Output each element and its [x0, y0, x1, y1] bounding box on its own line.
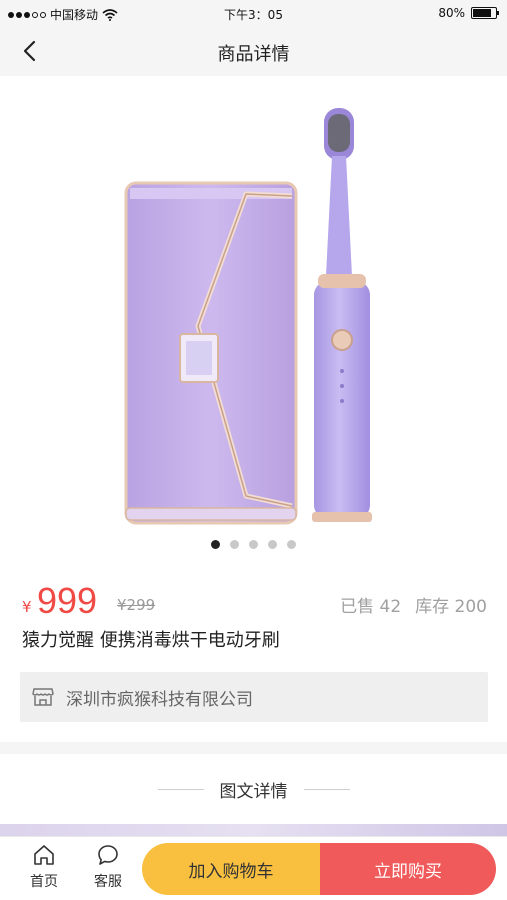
detail-title: 图文详情 [219, 781, 288, 802]
product-title: 猿力觉醒 便携消毒烘干电动牙刷 [22, 630, 280, 651]
sold-count: 已售 42 [340, 597, 402, 617]
chat-icon [98, 845, 118, 865]
stock-count: 库存 200 [415, 597, 487, 617]
shop-link[interactable]: 深圳市疯猴科技有限公司 [20, 672, 488, 722]
page-title: 商品详情 [217, 44, 290, 65]
carousel-dot[interactable] [287, 540, 296, 549]
customer-service-tab[interactable]: 客服 [78, 843, 138, 895]
home-icon [34, 845, 54, 865]
home-label: 首页 [30, 874, 58, 890]
bottom-action-bar: 首页 客服 加入购物车 立即购买 [0, 836, 507, 900]
price-value: 999 [37, 580, 98, 621]
home-tab[interactable]: 首页 [14, 843, 74, 895]
price-row: ¥ 999 ¥299 已售 42 库存 200 [22, 580, 487, 621]
carousel-dot[interactable] [249, 540, 258, 549]
carousel-dot[interactable] [230, 540, 239, 549]
service-label: 客服 [94, 874, 122, 890]
battery-icon [471, 7, 499, 19]
product-photo [124, 108, 372, 525]
battery-level [473, 9, 491, 17]
buy-now-button[interactable]: 立即购买 [320, 843, 496, 895]
original-price: ¥299 [117, 596, 156, 614]
status-bar: 中国移动 下午3：05 80% [0, 0, 507, 26]
divider-line [157, 788, 204, 790]
detail-section-header: 图文详情 [0, 774, 507, 804]
add-to-cart-button[interactable]: 加入购物车 [142, 843, 320, 895]
nav-bar: 商品详情 [0, 26, 507, 76]
status-right: 80% [438, 6, 499, 20]
battery-percent: 80% [438, 6, 465, 20]
section-divider [0, 742, 507, 754]
store-icon [32, 688, 54, 706]
carousel-dot[interactable] [268, 540, 277, 549]
status-time: 下午3：05 [224, 8, 283, 22]
sales-stats: 已售 42 库存 200 [340, 592, 487, 617]
divider-line [303, 788, 350, 790]
product-image-carousel[interactable] [0, 76, 507, 564]
price-currency: ¥ [22, 598, 32, 616]
carousel-dot[interactable] [211, 540, 220, 549]
shop-name: 深圳市疯猴科技有限公司 [66, 689, 253, 710]
carousel-indicator [0, 540, 507, 549]
